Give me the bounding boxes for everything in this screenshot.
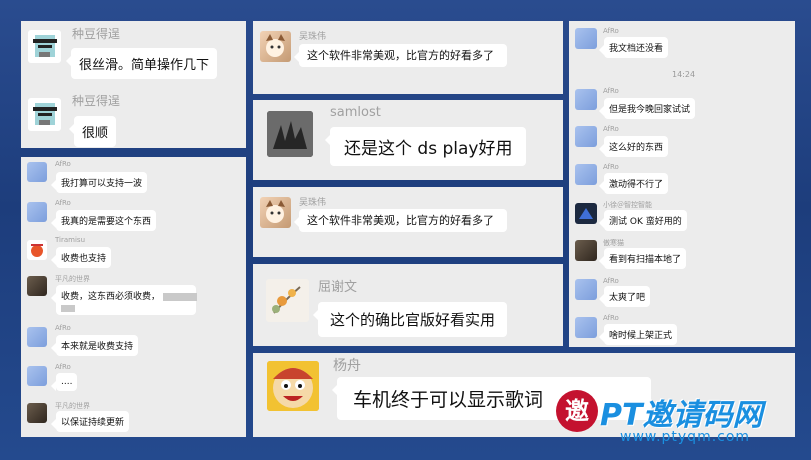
avatar xyxy=(267,111,313,157)
message-bubble: 这么好的东西 xyxy=(598,136,669,157)
avatar xyxy=(27,403,47,423)
sender-name: 屈谢文 xyxy=(318,280,358,295)
redacted-text xyxy=(61,305,75,312)
watermark: 邀 PT邀请码网 www.ptyqm.com xyxy=(556,384,806,454)
message-bubble: 收费，这东西必须收费， xyxy=(51,285,197,315)
avatar xyxy=(575,89,597,110)
message-bubble: 很丝滑。简单操作几下 xyxy=(65,48,218,79)
message-bubble: 这个的确比官版好看实用 xyxy=(312,302,508,337)
message-bubble: 测试 OK 蛮好用的 xyxy=(599,210,687,231)
chat-panel-3: 吴珠伟 这个软件非常美观，比官方的好看多了 xyxy=(253,21,563,94)
sender-name: AfRo xyxy=(55,199,71,207)
message-bubble: 本来就是收费支持 xyxy=(50,335,139,356)
sender-name: 平凡的世界 xyxy=(55,402,90,410)
avatar xyxy=(575,203,597,224)
sender-name: AfRo xyxy=(603,277,619,285)
sender-name: 杨舟 xyxy=(333,358,361,374)
message-bubble: 我文档还没看 xyxy=(598,37,669,58)
message-bubble: 这个软件非常美观，比官方的好看多了 xyxy=(294,209,507,232)
avatar xyxy=(575,279,597,300)
avatar xyxy=(266,279,309,322)
watermark-url: www.ptyqm.com xyxy=(620,429,751,445)
sender-name: AfRo xyxy=(603,87,619,95)
chat-panel-4: samlost 还是这个 ds play好用 xyxy=(253,100,563,180)
chat-panel-5: 吴珠伟 这个软件非常美观，比官方的好看多了 xyxy=(253,187,563,257)
sender-name: AfRo xyxy=(603,314,619,322)
pixel-avatar xyxy=(28,98,61,131)
pixel-avatar xyxy=(28,30,61,63)
sender-name: AfRo xyxy=(603,163,619,171)
chat-panel-1: 种豆得逞 很丝滑。简单操作几下 种豆得逞 很顺 xyxy=(21,21,246,148)
message-bubble: 啥时候上架正式 xyxy=(598,324,678,345)
avatar xyxy=(260,31,291,62)
avatar xyxy=(575,126,597,147)
avatar xyxy=(575,164,597,185)
sender-name: 傲寒猫 xyxy=(603,239,624,247)
sender-name: Tiramisu xyxy=(55,236,86,244)
chat-panel-6: 屈谢文 这个的确比官版好看实用 xyxy=(253,264,563,346)
sender-name: 种豆得逞 xyxy=(72,94,121,108)
message-bubble: 看到有扫描本地了 xyxy=(598,248,687,269)
chat-panel-2: AfRo 我打算可以支持一波 AfRo 我真的是需要这个东西 Tiramisu … xyxy=(21,157,246,437)
avatar xyxy=(27,162,47,182)
message-bubble: 还是这个 ds play好用 xyxy=(324,127,527,166)
avatar xyxy=(575,240,597,261)
avatar xyxy=(27,366,47,386)
message-bubble: 但是我今晚回家试试 xyxy=(598,98,696,119)
sender-name: 平凡的世界 xyxy=(55,275,90,283)
message-bubble: 我打算可以支持一波 xyxy=(50,172,148,193)
message-bubble: 我真的是需要这个东西 xyxy=(50,210,157,231)
sender-name: AfRo xyxy=(603,27,619,35)
message-bubble: 以保证持续更新 xyxy=(50,411,130,432)
sender-name: 小徐＠智控智能 xyxy=(603,201,652,209)
message-bubble: 收费也支持 xyxy=(50,247,112,268)
avatar xyxy=(575,28,597,49)
sender-name: 吴珠伟 xyxy=(299,198,327,208)
sender-name: 种豆得逞 xyxy=(72,27,121,41)
timestamp: 14:24 xyxy=(672,70,696,79)
redacted-text xyxy=(162,292,197,301)
message-bubble: 很顺 xyxy=(68,116,117,147)
avatar xyxy=(260,197,291,228)
cartoon-face-avatar xyxy=(267,361,319,411)
sender-name: AfRo xyxy=(603,125,619,133)
avatar xyxy=(27,327,47,347)
sender-name: AfRo xyxy=(55,324,71,332)
watermark-text: PT邀请码网 xyxy=(600,398,763,433)
watermark-badge: 邀 xyxy=(556,390,598,432)
message-text: 收费，这东西必须收费， xyxy=(61,292,161,302)
sender-name: 吴珠伟 xyxy=(299,32,327,42)
avatar xyxy=(27,240,47,260)
message-bubble: 激动得不行了 xyxy=(598,173,669,194)
sender-name: AfRo xyxy=(55,160,71,168)
sender-name: AfRo xyxy=(55,363,71,371)
chat-panel-8: AfRo 我文档还没看 14:24 AfRo 但是我今晚回家试试 AfRo 这么… xyxy=(569,21,795,347)
sender-name: samlost xyxy=(330,105,381,120)
message-bubble: 太爽了吧 xyxy=(598,286,651,307)
message-bubble: .... xyxy=(50,373,78,391)
avatar xyxy=(575,317,597,338)
avatar xyxy=(27,276,47,296)
message-bubble: 这个软件非常美观，比官方的好看多了 xyxy=(294,44,507,67)
avatar xyxy=(27,202,47,222)
